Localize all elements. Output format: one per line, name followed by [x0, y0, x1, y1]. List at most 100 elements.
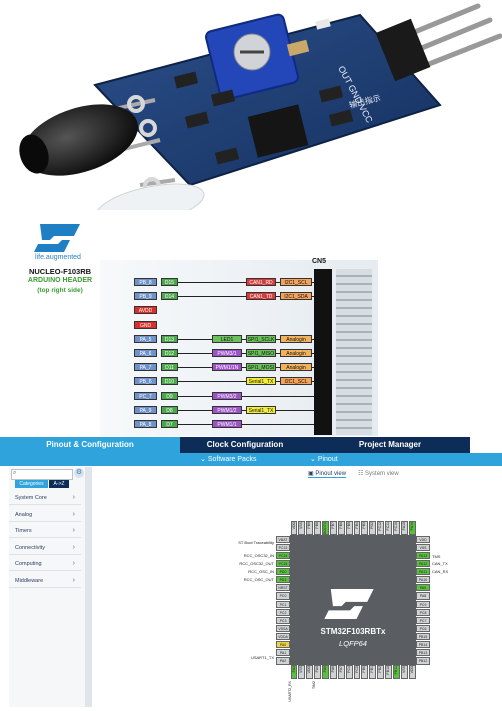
- chip-pin-pb10[interactable]: PB10: [385, 665, 392, 679]
- chip-pin-label: VDD: [291, 522, 296, 530]
- chip-pin-pb8[interactable]: PB8: [314, 521, 321, 535]
- chip-pin-pc11[interactable]: PC11: [385, 521, 392, 535]
- chevron-right-icon: ›: [72, 527, 75, 534]
- gear-icon[interactable]: ⚙: [74, 468, 84, 478]
- chip-pin-pc12[interactable]: PC12: [377, 521, 384, 535]
- chip-pin-vdda[interactable]: VDDA: [276, 633, 290, 641]
- chip-pin-vss[interactable]: VSS: [298, 665, 306, 679]
- system-view-button[interactable]: ☷ System view: [358, 470, 399, 477]
- category-system-core[interactable]: System Core ›: [9, 491, 81, 505]
- chip-pin-pc4[interactable]: PC4: [345, 665, 353, 679]
- category-connectivity[interactable]: Connectivity ›: [9, 541, 81, 555]
- chip-pin-vbat[interactable]: VBAT: [276, 535, 290, 543]
- chip-pin-pa9[interactable]: PA9: [416, 584, 430, 592]
- chip-pin-pb9[interactable]: PB9: [306, 521, 314, 535]
- chip-pin-pa4[interactable]: PA4: [314, 665, 321, 679]
- chip-pin-pc14[interactable]: PC14: [276, 551, 290, 559]
- subtab-pinout-label: Pinout: [317, 456, 338, 463]
- chip-pin-pc8[interactable]: PC8: [416, 608, 430, 616]
- chip-pin-pc7[interactable]: PC7: [416, 616, 430, 624]
- bottom-signal-label: TIM2: [311, 681, 316, 689]
- chip-pin-pa8[interactable]: PA8: [416, 592, 430, 600]
- chip-pin-vdd[interactable]: VDD: [290, 521, 298, 535]
- chip-pin-pb11[interactable]: PB11: [392, 665, 400, 679]
- chip-pin-pa7[interactable]: PA7: [337, 665, 345, 679]
- pin-function-primary: PWM1/1: [212, 420, 242, 428]
- chip-pin-label: VBAT: [278, 537, 288, 542]
- chip-pin-boot0[interactable]: BOOT0: [322, 521, 329, 535]
- chip-pin-pb2[interactable]: PB2: [377, 665, 384, 679]
- subtab-pinout[interactable]: ⌄ Pinout: [310, 455, 338, 463]
- chip-pin-pc10[interactable]: PC10: [392, 521, 400, 535]
- chip-pin-pc9[interactable]: PC9: [416, 600, 430, 608]
- chip-pin-pb14[interactable]: PB14: [416, 641, 430, 649]
- chip-pin-vss[interactable]: VSS: [298, 521, 306, 535]
- chip-pin-pb15[interactable]: PB15: [416, 633, 430, 641]
- chip-pin-pb7[interactable]: PB7: [329, 521, 337, 535]
- chip-pin-label: PC6: [419, 626, 427, 631]
- chip-pin-pa10[interactable]: PA10: [416, 576, 430, 584]
- chip-pin-vdd[interactable]: VDD: [416, 535, 430, 543]
- pin-function-alt2: I2C1_SCL: [280, 377, 312, 386]
- category-analog[interactable]: Analog ›: [9, 508, 81, 522]
- tab-clock-configuration[interactable]: Clock Configuration: [180, 437, 310, 453]
- filter-categories[interactable]: Categories: [15, 480, 48, 488]
- chip-pin-pc2[interactable]: PC2: [276, 608, 290, 616]
- panel-splitter[interactable]: [86, 467, 92, 707]
- chip-pin-pd0[interactable]: PD0: [276, 568, 290, 576]
- chip-pin-pc0[interactable]: PC0: [276, 592, 290, 600]
- chip-pin-pd1[interactable]: PD1: [276, 576, 290, 584]
- chip-pin-nrst[interactable]: NRST: [276, 584, 290, 592]
- chip-pin-pb4[interactable]: PB4: [353, 521, 361, 535]
- chip-pin-pb5[interactable]: PB5: [345, 521, 353, 535]
- filter-a-z[interactable]: A->Z: [49, 480, 69, 488]
- chip-pin-pc5[interactable]: PC5: [353, 665, 361, 679]
- chip-pin-pa14[interactable]: PA14: [408, 521, 416, 535]
- chip-pin-pc6[interactable]: PC6: [416, 624, 430, 632]
- chip-pin-vssa[interactable]: VSSA: [276, 624, 290, 632]
- pin-function-alt1: CAN1_TD: [246, 292, 276, 301]
- chip-pin-vdd[interactable]: VDD: [306, 665, 314, 679]
- search-input[interactable]: ⌕: [11, 469, 73, 480]
- category-timers[interactable]: Timers ›: [9, 524, 81, 538]
- pin-digital-label: D10: [161, 377, 178, 386]
- chip-pin-pb0[interactable]: PB0: [361, 665, 369, 679]
- chip-pin-pd2[interactable]: PD2: [369, 521, 377, 535]
- tab-pinout-configuration[interactable]: Pinout & Configuration: [0, 437, 180, 453]
- signal-label: USART1_TX: [250, 655, 274, 661]
- pin-port-label: PA_5: [134, 334, 157, 343]
- chip-pin-pa13[interactable]: PA13: [416, 551, 430, 559]
- chip-pin-pa11[interactable]: PA11: [416, 568, 430, 576]
- chip-pin-pa15[interactable]: PA15: [400, 521, 408, 535]
- chip-pin-vss[interactable]: VSS: [416, 543, 430, 551]
- chip-pin-vdd[interactable]: VDD: [408, 665, 416, 679]
- chip-pin-pa6[interactable]: PA6: [329, 665, 337, 679]
- chip-pin-pa2[interactable]: PA2: [276, 657, 290, 665]
- chip-pin-pb3[interactable]: PB3: [361, 521, 369, 535]
- chip-pin-vss[interactable]: VSS: [400, 665, 408, 679]
- subtab-software-packs[interactable]: ⌄ Software Packs: [200, 455, 256, 463]
- tab-project-manager[interactable]: Project Manager: [310, 437, 470, 453]
- chevron-right-icon: ›: [72, 560, 75, 567]
- chip-pin-label: PA0: [279, 643, 287, 648]
- chip-pin-pb13[interactable]: PB13: [416, 649, 430, 657]
- chip-pin-pc1[interactable]: PC1: [276, 600, 290, 608]
- chip-pin-pa5[interactable]: PA5: [322, 665, 329, 679]
- chip-pin-pa0[interactable]: PA0: [276, 641, 290, 649]
- category-label: Connectivity: [15, 544, 45, 551]
- category-middleware[interactable]: Middleware ›: [9, 574, 81, 588]
- chip-pin-pb6[interactable]: PB6: [337, 521, 345, 535]
- chip-pin-pa12[interactable]: PA12: [416, 559, 430, 567]
- chip-pin-pa3[interactable]: PA3: [290, 665, 298, 679]
- category-computing[interactable]: Computing ›: [9, 557, 81, 571]
- chip-pin-label: VDD: [307, 666, 312, 674]
- chip-pin-pc3[interactable]: PC3: [276, 616, 290, 624]
- chip-pin-label: PC11: [386, 522, 390, 531]
- pinout-view-button[interactable]: ▣ Pinout view: [308, 470, 347, 478]
- chip-pin-pc13[interactable]: PC13: [276, 543, 290, 551]
- chip-pin-label: VDD: [409, 666, 414, 674]
- chip-pin-pb1[interactable]: PB1: [369, 665, 377, 679]
- chip-pin-pc15[interactable]: PC15: [276, 559, 290, 567]
- chip-pin-pb12[interactable]: PB12: [416, 657, 430, 665]
- chip-pin-pa1[interactable]: PA1: [276, 649, 290, 657]
